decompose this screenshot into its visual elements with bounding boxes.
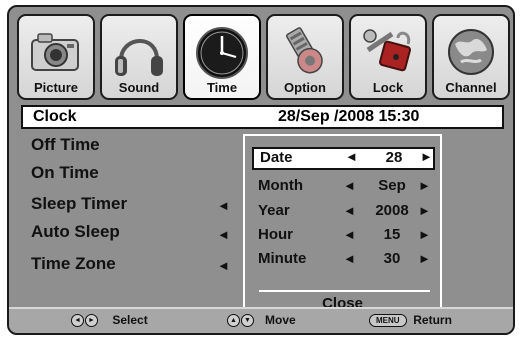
left-arrow-icon[interactable]: ◄: [343, 178, 356, 193]
tab-label: Channel: [445, 80, 497, 95]
left-arrow-icon[interactable]: ◄: [343, 251, 356, 266]
tab-label: Sound: [118, 80, 160, 95]
tab-lock[interactable]: Lock: [349, 14, 427, 100]
clock-label: Clock: [33, 108, 77, 125]
down-key-icon: ▼: [241, 314, 254, 328]
lock-icon: [363, 29, 411, 72]
row-value: 28: [385, 149, 403, 166]
clock-setting-popup: Date ◄ 28 ► Month ◄ Sep ► Year ◄ 2008 ► …: [243, 134, 442, 314]
menu-tabs: Picture Sound Time Option Lock Channel: [17, 14, 510, 102]
left-arrow-icon[interactable]: ◄: [343, 203, 356, 218]
tab-option[interactable]: Option: [266, 14, 344, 100]
left-key-icon: ◄: [71, 314, 84, 328]
tab-time[interactable]: Time: [183, 14, 261, 100]
row-label: Year: [258, 202, 290, 219]
left-arrow-icon[interactable]: ◄: [343, 227, 356, 242]
left-arrow-icon[interactable]: ◄: [217, 198, 230, 213]
tab-channel[interactable]: Channel: [432, 14, 510, 100]
menu-key-icon: MENU: [369, 314, 407, 328]
row-value: Sep: [378, 177, 406, 194]
menu-item-auto-sleep[interactable]: Auto Sleep: [31, 222, 120, 242]
popup-row-date[interactable]: Date ◄ 28 ►: [252, 147, 435, 170]
row-value: 2008: [375, 202, 409, 219]
help-move: ▲ ▼ Move: [227, 313, 296, 328]
row-label: Date: [260, 149, 293, 166]
tab-label: Picture: [33, 80, 79, 95]
popup-row-year[interactable]: Year ◄ 2008 ►: [252, 200, 435, 223]
right-arrow-icon[interactable]: ►: [420, 149, 433, 164]
help-return-label: Return: [413, 313, 452, 327]
gear-icon: [286, 27, 323, 74]
globe-icon: [448, 29, 494, 75]
menu-item-on-time[interactable]: On Time: [31, 163, 99, 183]
headphones-icon: [115, 39, 163, 76]
right-arrow-icon[interactable]: ►: [418, 251, 431, 266]
popup-row-minute[interactable]: Minute ◄ 30 ►: [252, 248, 435, 271]
menu-item-sleep-timer[interactable]: Sleep Timer: [31, 194, 127, 214]
tv-osd-menu: Picture Sound Time Option Lock Channel C…: [7, 5, 515, 335]
tab-label: Lock: [372, 80, 404, 95]
right-key-icon: ►: [85, 314, 98, 328]
help-select: ◄ ► Select: [71, 313, 148, 328]
left-arrow-icon[interactable]: ◄: [217, 227, 230, 242]
right-arrow-icon[interactable]: ►: [418, 203, 431, 218]
right-arrow-icon[interactable]: ►: [418, 227, 431, 242]
help-return: MENU Return: [369, 313, 452, 328]
clock-row[interactable]: Clock 28/Sep /2008 15:30: [21, 105, 504, 129]
row-label: Hour: [258, 226, 293, 243]
row-label: Minute: [258, 250, 307, 267]
menu-item-off-time[interactable]: Off Time: [31, 135, 100, 155]
row-label: Month: [258, 177, 303, 194]
up-key-icon: ▲: [227, 314, 240, 328]
tab-label: Option: [284, 80, 326, 95]
right-arrow-icon[interactable]: ►: [418, 178, 431, 193]
camera-icon: [31, 33, 79, 71]
tab-label: Time: [206, 80, 238, 95]
help-select-label: Select: [112, 313, 148, 327]
row-value: 30: [383, 250, 401, 267]
tab-sound[interactable]: Sound: [100, 14, 178, 100]
help-bar: ◄ ► Select ▲ ▼ Move MENU Return: [9, 307, 513, 333]
tab-picture[interactable]: Picture: [17, 14, 95, 100]
left-arrow-icon[interactable]: ◄: [345, 149, 358, 164]
help-move-label: Move: [265, 313, 296, 327]
popup-row-hour[interactable]: Hour ◄ 15 ►: [252, 224, 435, 247]
clock-icon: [196, 27, 248, 79]
clock-value: 28/Sep /2008 15:30: [278, 108, 420, 125]
row-value: 15: [383, 226, 401, 243]
popup-row-month[interactable]: Month ◄ Sep ►: [252, 175, 435, 198]
popup-divider: [259, 290, 430, 292]
left-arrow-icon[interactable]: ◄: [217, 258, 230, 273]
menu-item-time-zone[interactable]: Time Zone: [31, 254, 116, 274]
